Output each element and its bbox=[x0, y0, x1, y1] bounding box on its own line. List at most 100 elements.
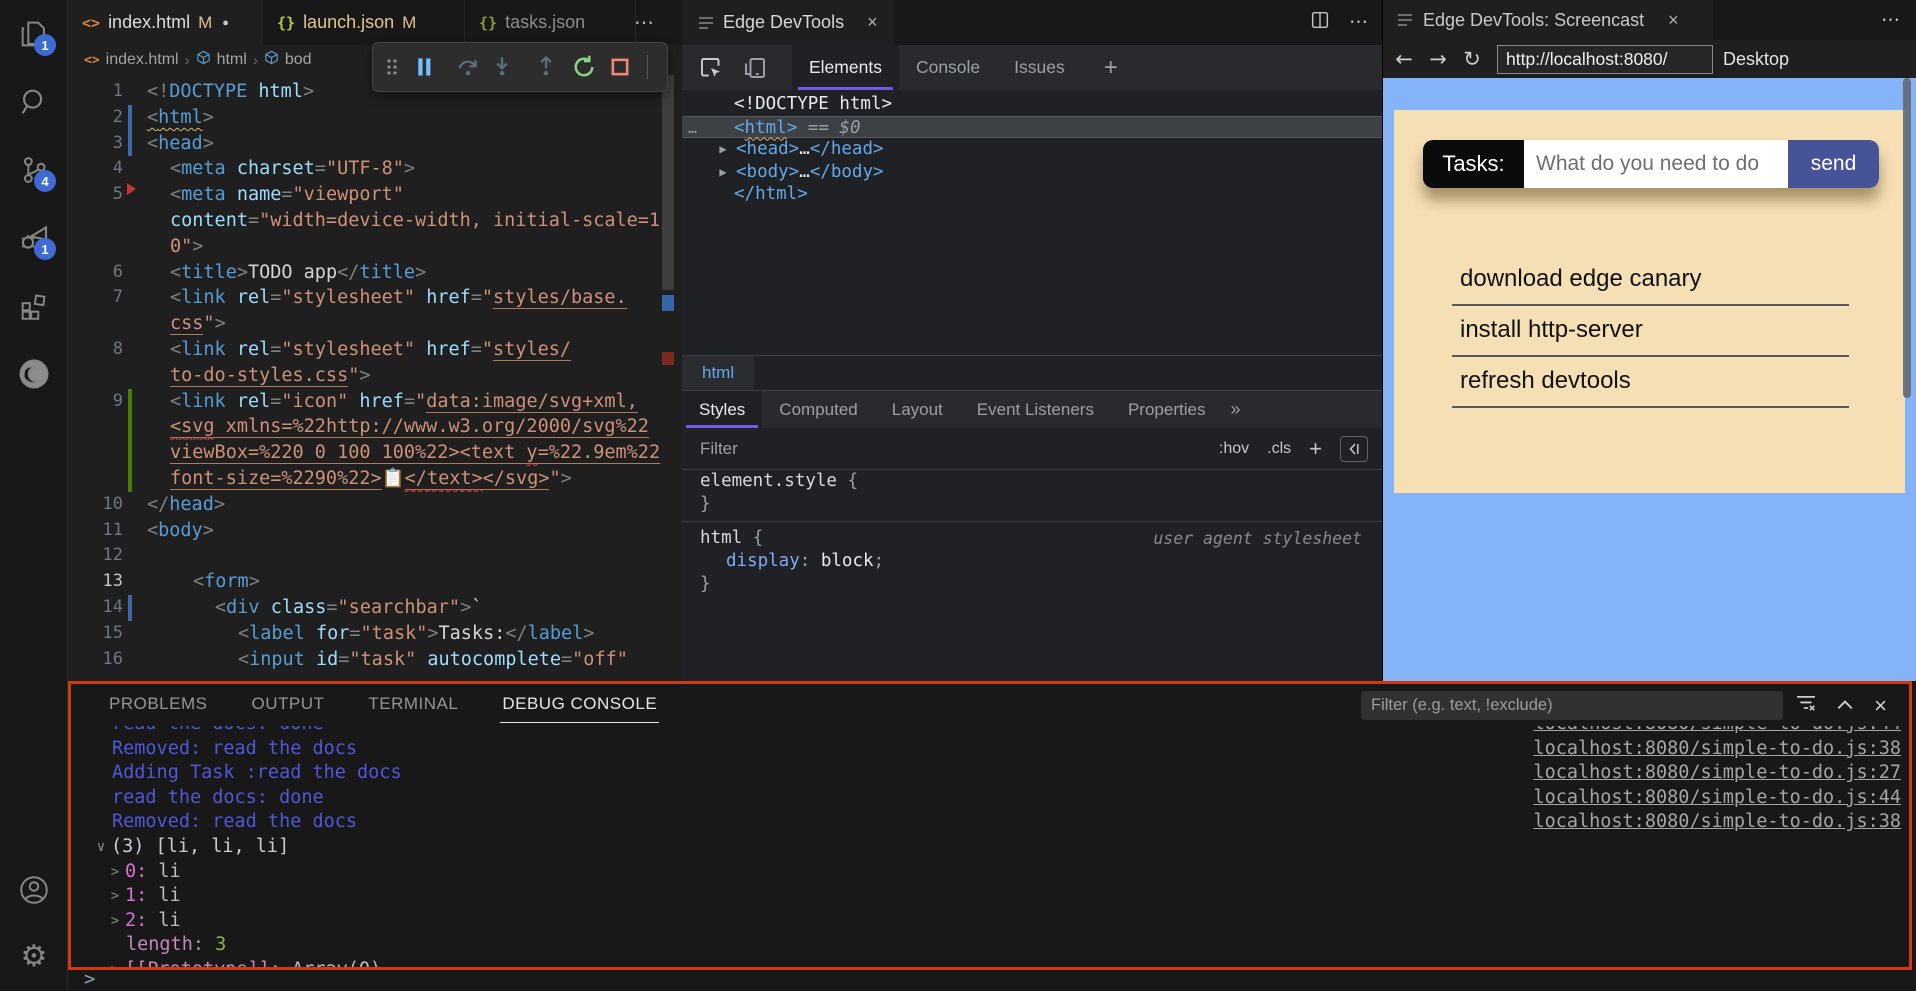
step-into-icon[interactable] bbox=[489, 54, 515, 80]
dom-node[interactable]: ▶<body>…</body> bbox=[682, 161, 1382, 184]
devtools-tab-issues[interactable]: Issues bbox=[997, 45, 1082, 90]
source-link[interactable]: localhost:8080/simple-to-do.js:38 bbox=[1533, 810, 1901, 835]
twisty-icon[interactable]: ▶ bbox=[712, 161, 734, 184]
code-line[interactable]: 8<link rel="stylesheet" href="styles/ bbox=[68, 337, 682, 363]
screencast-viewport[interactable]: Tasks: send download edge canaryinstall … bbox=[1383, 78, 1916, 681]
code-line[interactable]: 3<head> bbox=[68, 131, 682, 157]
style-rule-element[interactable]: element.style { bbox=[682, 470, 1382, 493]
source-link[interactable]: localhost:8080/simple-to-do.js:44 bbox=[1533, 726, 1901, 737]
tab-edge-devtools[interactable]: Edge DevTools × bbox=[682, 0, 894, 45]
filter-icon[interactable] bbox=[1796, 694, 1816, 717]
device-emulation-icon[interactable] bbox=[740, 53, 770, 83]
url-input[interactable] bbox=[1497, 45, 1713, 74]
close-icon[interactable]: × bbox=[1668, 10, 1679, 31]
console-row[interactable]: >1: li bbox=[71, 884, 1909, 909]
task-input[interactable] bbox=[1524, 140, 1788, 188]
console-row[interactable]: Removed: read the docslocalhost:8080/sim… bbox=[71, 810, 1909, 835]
code-line[interactable]: 7<link rel="stylesheet" href="styles/bas… bbox=[68, 285, 682, 311]
edge-devtools-icon[interactable] bbox=[10, 350, 58, 398]
dom-breadcrumb-html[interactable]: html bbox=[682, 356, 754, 390]
toggle-class-button[interactable]: .cls bbox=[1267, 440, 1291, 458]
send-button[interactable]: send bbox=[1788, 140, 1879, 188]
run-and-debug-icon[interactable]: 1 bbox=[10, 214, 58, 262]
code-line[interactable]: 12 bbox=[68, 543, 682, 569]
code-editor[interactable]: 1<!DOCTYPE html>2<html>3<head>4<meta cha… bbox=[68, 75, 682, 681]
step-over-icon[interactable] bbox=[455, 54, 481, 80]
close-panel-icon[interactable]: × bbox=[1874, 693, 1887, 719]
console-row[interactable]: >2: li bbox=[71, 909, 1909, 934]
editor-tab-launch.json[interactable]: {}launch.jsonM bbox=[263, 0, 465, 45]
code-line[interactable]: 14<div class="searchbar">` bbox=[68, 595, 682, 621]
panel-tab-problems[interactable]: PROBLEMS bbox=[107, 685, 209, 723]
code-line[interactable]: 15<label for="task">Tasks:</label> bbox=[68, 621, 682, 647]
code-line[interactable]: viewBox=%220 0 100 100%22><text y=%22.9e… bbox=[68, 440, 682, 466]
more-actions-icon[interactable]: ⋯ bbox=[1349, 11, 1368, 34]
tab-screencast[interactable]: Edge DevTools: Screencast × bbox=[1383, 0, 1713, 40]
stop-icon[interactable] bbox=[607, 54, 633, 80]
styles-filter-input[interactable]: Filter bbox=[682, 439, 1219, 459]
code-line[interactable]: font-size=%2290%22>📋</text></svg>"> bbox=[68, 466, 682, 492]
search-icon[interactable] bbox=[10, 78, 58, 126]
editor-tab-tasks.json[interactable]: {}tasks.json bbox=[465, 0, 636, 45]
console-row[interactable]: Adding Task :read the docslocalhost:8080… bbox=[71, 761, 1909, 786]
explorer-icon[interactable]: 1 bbox=[10, 10, 58, 58]
todo-item[interactable]: download edge canary bbox=[1452, 255, 1849, 306]
dom-node[interactable]: <!DOCTYPE html> bbox=[682, 93, 1382, 116]
styles-tab-styles[interactable]: Styles bbox=[682, 391, 762, 428]
expand-twisty-icon[interactable]: > bbox=[105, 860, 125, 885]
devtools-tab-console[interactable]: Console bbox=[899, 45, 997, 90]
todo-item[interactable]: install http-server bbox=[1452, 306, 1849, 357]
panel-tab-terminal[interactable]: TERMINAL bbox=[366, 685, 460, 723]
dock-sidebar-icon[interactable] bbox=[1340, 436, 1368, 462]
add-tool-icon[interactable]: + bbox=[1104, 45, 1118, 90]
expand-twisty-icon[interactable]: > bbox=[105, 909, 125, 934]
code-line[interactable]: 6<title>TODO app</title> bbox=[68, 260, 682, 286]
source-link[interactable]: localhost:8080/simple-to-do.js:44 bbox=[1533, 786, 1901, 811]
scrollbar-thumb[interactable] bbox=[662, 75, 674, 290]
close-icon[interactable]: × bbox=[867, 12, 878, 33]
forward-icon[interactable]: → bbox=[1421, 47, 1455, 71]
styles-tab-event-listeners[interactable]: Event Listeners bbox=[960, 391, 1111, 428]
style-rule-html[interactable]: html {user agent stylesheet bbox=[682, 527, 1382, 550]
dom-node[interactable]: </html> bbox=[682, 183, 1382, 206]
styles-tab-computed[interactable]: Computed bbox=[762, 391, 874, 428]
code-line[interactable]: 16<input id="task" autocomplete="off" bbox=[68, 647, 682, 673]
console-row[interactable]: >0: li bbox=[71, 860, 1909, 885]
pause-icon[interactable] bbox=[411, 54, 437, 80]
emulation-mode-label[interactable]: Desktop bbox=[1723, 49, 1789, 70]
code-line[interactable]: 5<meta name="viewport" bbox=[68, 182, 682, 208]
more-actions-icon[interactable]: ⋯ bbox=[1881, 0, 1900, 40]
back-icon[interactable]: ← bbox=[1387, 47, 1421, 71]
console-row[interactable]: >[[Prototype]]: Array(0) bbox=[71, 958, 1909, 967]
source-link[interactable]: localhost:8080/simple-to-do.js:27 bbox=[1533, 761, 1901, 786]
style-property[interactable]: display: block; bbox=[682, 550, 1382, 573]
console-row[interactable]: ∨(3) [li, li, li] bbox=[71, 835, 1909, 860]
inspect-element-icon[interactable] bbox=[696, 53, 726, 83]
code-line[interactable]: content="width=device-width, initial-sca… bbox=[68, 208, 682, 234]
todo-item[interactable]: refresh devtools bbox=[1452, 357, 1849, 408]
new-style-rule-icon[interactable]: + bbox=[1309, 436, 1322, 462]
step-out-icon[interactable] bbox=[533, 54, 559, 80]
settings-gear-icon[interactable]: ⚙ bbox=[10, 932, 58, 980]
editor-tab-index.html[interactable]: <>index.htmlM● bbox=[68, 0, 263, 45]
console-filter-input[interactable] bbox=[1361, 691, 1783, 720]
editor-more-actions-icon[interactable]: ⋯ bbox=[634, 0, 654, 45]
console-input-prompt[interactable]: > bbox=[84, 968, 95, 990]
extensions-icon[interactable] bbox=[10, 282, 58, 330]
debug-console-output[interactable]: read the docs: donelocalhost:8080/simple… bbox=[71, 726, 1909, 967]
code-line[interactable]: to-do-styles.css"> bbox=[68, 363, 682, 389]
drag-grip-icon[interactable] bbox=[379, 54, 405, 80]
expand-twisty-icon[interactable]: ∨ bbox=[91, 835, 111, 860]
code-line[interactable]: 2<html> bbox=[68, 105, 682, 131]
code-line[interactable]: 10</head> bbox=[68, 492, 682, 518]
toggle-hover-state-button[interactable]: :hov bbox=[1219, 440, 1249, 458]
reload-icon[interactable]: ↻ bbox=[1455, 47, 1489, 71]
twisty-icon[interactable]: ▶ bbox=[712, 138, 734, 161]
breadcrumb-item[interactable]: bod bbox=[285, 51, 312, 69]
debug-toolbar[interactable] bbox=[372, 42, 668, 92]
expand-twisty-icon[interactable]: > bbox=[105, 958, 125, 967]
code-line[interactable]: <svg xmlns=%22http://www.w3.org/2000/svg… bbox=[68, 414, 682, 440]
source-link[interactable]: localhost:8080/simple-to-do.js:38 bbox=[1533, 737, 1901, 762]
console-row[interactable]: length: 3 bbox=[71, 933, 1909, 958]
overview-ruler[interactable] bbox=[660, 75, 676, 681]
